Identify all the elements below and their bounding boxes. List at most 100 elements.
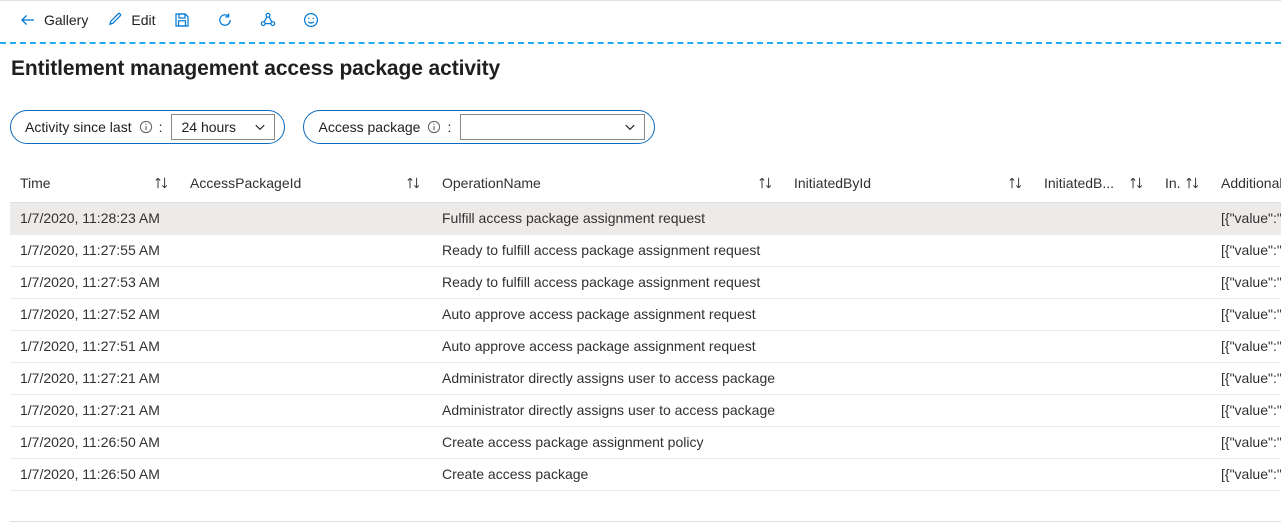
cell-in	[1155, 394, 1211, 426]
cell-time: 1/7/2020, 11:28:23 AM	[10, 202, 180, 234]
command-bar: Gallery Edit	[0, 1, 1281, 38]
cell-initiated-b	[1034, 298, 1155, 330]
sort-icon[interactable]	[405, 176, 422, 191]
cell-time: 1/7/2020, 11:27:51 AM	[10, 330, 180, 362]
cell-operation-name: Administrator directly assigns user to a…	[432, 394, 784, 426]
filter-activity-since-last[interactable]: Activity since last : 24 hours	[10, 110, 285, 144]
cell-additional-data: [{"value":"mwah	[1211, 202, 1281, 234]
cell-initiated-b	[1034, 394, 1155, 426]
cell-initiated-b	[1034, 426, 1155, 458]
filter-access-package-colon: :	[447, 119, 451, 135]
cell-initiated-by-id	[784, 362, 1034, 394]
pencil-icon	[106, 11, 124, 29]
info-icon[interactable]	[139, 120, 153, 134]
cell-access-package-id	[180, 298, 432, 330]
activity-table-container[interactable]: Time AccessPackageId	[10, 165, 1281, 522]
column-header-initiated-b-truncated[interactable]: InitiatedB...	[1034, 165, 1155, 202]
table-row[interactable]: 1/7/2020, 11:27:55 AM Ready to fulfill a…	[10, 234, 1281, 266]
cell-time: 1/7/2020, 11:27:55 AM	[10, 234, 180, 266]
sort-icon[interactable]	[1184, 176, 1201, 191]
refresh-button[interactable]	[207, 5, 250, 35]
filter-access-package[interactable]: Access package :	[303, 110, 655, 144]
cell-initiated-b	[1034, 330, 1155, 362]
cell-time: 1/7/2020, 11:26:50 AM	[10, 426, 180, 458]
cell-initiated-b	[1034, 202, 1155, 234]
column-header-additional-data[interactable]: AdditionalDeta	[1211, 165, 1281, 202]
cell-additional-data: [{"value":"Initial	[1211, 426, 1281, 458]
info-icon[interactable]	[427, 120, 441, 134]
column-header-access-package-id-label: AccessPackageId	[190, 175, 301, 191]
table-row[interactable]: 1/7/2020, 11:26:50 AM Create access pack…	[10, 426, 1281, 458]
chevron-down-icon	[623, 120, 637, 134]
cell-access-package-id	[180, 234, 432, 266]
activity-since-last-value: 24 hours	[181, 119, 235, 135]
cell-in	[1155, 298, 1211, 330]
cell-initiated-b	[1034, 362, 1155, 394]
column-header-initiated-by-id[interactable]: InitiatedById	[784, 165, 1034, 202]
cell-additional-data: [{"value":"mwah	[1211, 330, 1281, 362]
cell-access-package-id	[180, 458, 432, 490]
table-row[interactable]: 1/7/2020, 11:27:21 AM Administrator dire…	[10, 394, 1281, 426]
cell-time: 1/7/2020, 11:27:21 AM	[10, 362, 180, 394]
cell-time: 1/7/2020, 11:27:52 AM	[10, 298, 180, 330]
sort-icon[interactable]	[1007, 176, 1024, 191]
cell-operation-name: Create access package assignment policy	[432, 426, 784, 458]
edit-button[interactable]: Edit	[97, 5, 164, 35]
table-row[interactable]: 1/7/2020, 11:27:21 AM Administrator dire…	[10, 362, 1281, 394]
cell-additional-data: [{"value":"mwah	[1211, 394, 1281, 426]
filter-activity-colon: :	[159, 119, 163, 135]
table-row[interactable]: 1/7/2020, 11:27:52 AM Auto approve acces…	[10, 298, 1281, 330]
back-to-gallery-button[interactable]: Gallery	[10, 5, 97, 35]
activity-since-last-dropdown[interactable]: 24 hours	[171, 114, 275, 140]
cell-access-package-id	[180, 330, 432, 362]
filter-access-package-label: Access package	[318, 119, 420, 135]
cell-operation-name: Ready to fulfill access package assignme…	[432, 266, 784, 298]
cell-initiated-by-id	[784, 234, 1034, 266]
cell-time: 1/7/2020, 11:27:53 AM	[10, 266, 180, 298]
cell-operation-name: Ready to fulfill access package assignme…	[432, 234, 784, 266]
table-header-row: Time AccessPackageId	[10, 165, 1281, 202]
cell-initiated-by-id	[784, 426, 1034, 458]
cell-operation-name: Fulfill access package assignment reques…	[432, 202, 784, 234]
cell-additional-data: [{"value":"mwah	[1211, 362, 1281, 394]
cell-in	[1155, 234, 1211, 266]
column-header-in-truncated[interactable]: In...	[1155, 165, 1211, 202]
cell-initiated-by-id	[784, 458, 1034, 490]
cell-initiated-b	[1034, 234, 1155, 266]
cell-additional-data: [{"value":"Tailspi	[1211, 458, 1281, 490]
table-header: Time AccessPackageId	[10, 165, 1281, 202]
save-button[interactable]	[164, 5, 207, 35]
cell-in	[1155, 458, 1211, 490]
table-body: 1/7/2020, 11:28:23 AM Fulfill access pac…	[10, 202, 1281, 490]
edit-label: Edit	[131, 13, 155, 27]
cell-in	[1155, 426, 1211, 458]
filter-bar: Activity since last : 24 hours Access	[10, 110, 655, 144]
table-row[interactable]: 1/7/2020, 11:27:51 AM Auto approve acces…	[10, 330, 1281, 362]
share-icon	[259, 11, 277, 29]
cell-in	[1155, 330, 1211, 362]
column-header-initiated-by-id-label: InitiatedById	[794, 175, 871, 191]
cell-additional-data: [{"value":"mwah	[1211, 234, 1281, 266]
cell-initiated-by-id	[784, 266, 1034, 298]
cell-operation-name: Auto approve access package assignment r…	[432, 298, 784, 330]
cell-in	[1155, 362, 1211, 394]
sort-icon[interactable]	[153, 176, 170, 191]
table-row[interactable]: 1/7/2020, 11:28:23 AM Fulfill access pac…	[10, 202, 1281, 234]
column-header-access-package-id[interactable]: AccessPackageId	[180, 165, 432, 202]
column-header-operation-name[interactable]: OperationName	[432, 165, 784, 202]
sort-icon[interactable]	[1128, 176, 1145, 191]
column-header-time[interactable]: Time	[10, 165, 180, 202]
table-row[interactable]: 1/7/2020, 11:27:53 AM Ready to fulfill a…	[10, 266, 1281, 298]
cell-access-package-id	[180, 202, 432, 234]
share-button[interactable]	[250, 5, 293, 35]
refresh-icon	[216, 11, 234, 29]
cell-initiated-b	[1034, 458, 1155, 490]
feedback-button[interactable]	[293, 5, 336, 35]
page-title: Entitlement management access package ac…	[11, 57, 500, 81]
sort-icon[interactable]	[757, 176, 774, 191]
table-row[interactable]: 1/7/2020, 11:26:50 AM Create access pack…	[10, 458, 1281, 490]
save-icon	[173, 11, 191, 29]
cell-access-package-id	[180, 266, 432, 298]
column-header-time-label: Time	[20, 175, 51, 191]
access-package-dropdown[interactable]	[460, 114, 645, 140]
